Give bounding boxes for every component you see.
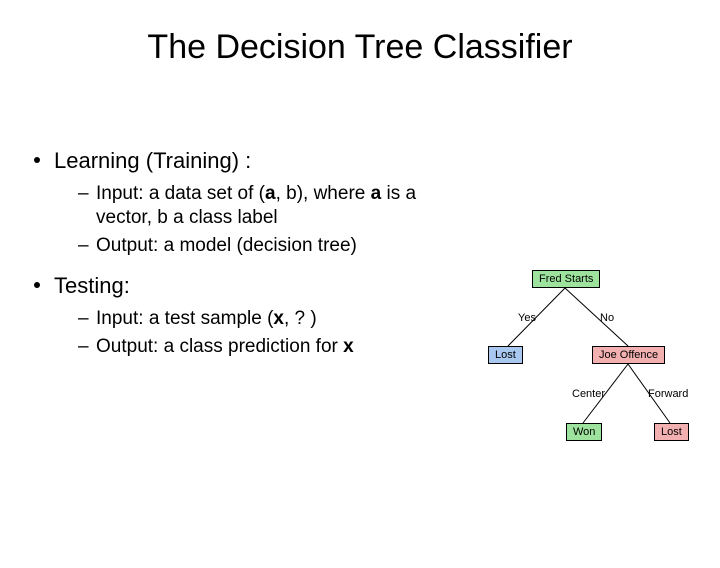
tree-edges — [470, 268, 700, 498]
subbullet-learning-input: – Input: a data set of (a, b), where a i… — [78, 182, 464, 230]
bold-a2: a — [371, 183, 382, 204]
edge-root-left: Yes — [518, 312, 536, 324]
node-right: Joe Offence — [592, 346, 665, 364]
bullet-testing: Testing: — [34, 273, 464, 299]
dash-icon: – — [78, 182, 89, 206]
text: Input: a test sample ( — [96, 308, 273, 329]
bullet-dot-icon — [34, 282, 40, 288]
slide-title: The Decision Tree Classifier — [0, 28, 720, 67]
bold-x1: x — [273, 308, 284, 329]
subbullet-learning-output: – Output: a model (decision tree) — [78, 234, 464, 258]
bullet-testing-text: Testing: — [54, 273, 130, 298]
edge-root-right: No — [600, 312, 614, 324]
node-left-leaf: Lost — [488, 346, 523, 364]
slide-body: Learning (Training) : – Input: a data se… — [34, 148, 464, 363]
subbullet-testing-output: – Output: a class prediction for x — [78, 335, 464, 359]
node-rr-leaf: Lost — [654, 423, 689, 441]
text: , b), where — [276, 183, 371, 204]
subbullet-testing-input: – Input: a test sample (x, ? ) — [78, 307, 464, 331]
dash-icon: – — [78, 307, 89, 331]
bold-a1: a — [265, 183, 276, 204]
bullet-learning-text: Learning (Training) : — [54, 148, 251, 173]
bold-x2: x — [343, 336, 354, 357]
text: Output: a model (decision tree) — [96, 235, 357, 256]
decision-tree-diagram: Fred Starts Yes No Lost Joe Offence Cent… — [470, 268, 700, 498]
bullet-dot-icon — [34, 157, 40, 163]
dash-icon: – — [78, 234, 89, 258]
edge-right-left: Center — [572, 388, 605, 400]
text: , ? ) — [284, 308, 317, 329]
edge-right-right: Forward — [648, 388, 688, 400]
bullet-learning: Learning (Training) : — [34, 148, 464, 174]
dash-icon: – — [78, 335, 89, 359]
node-root: Fred Starts — [532, 270, 600, 288]
text: Output: a class prediction for — [96, 336, 343, 357]
text: Input: a data set of ( — [96, 183, 265, 204]
node-rl-leaf: Won — [566, 423, 602, 441]
